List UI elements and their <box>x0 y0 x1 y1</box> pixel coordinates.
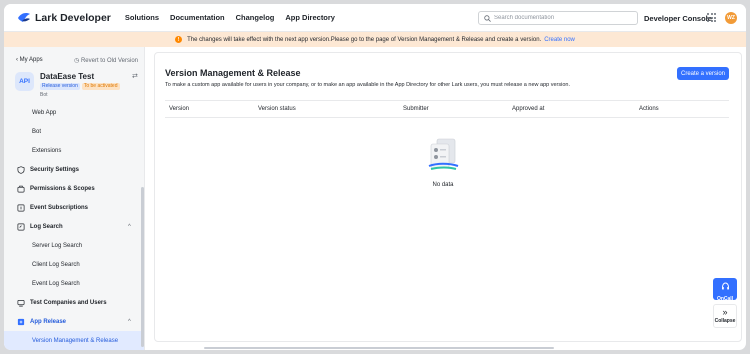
sidebar-item-event-subscriptions[interactable]: Event Subscriptions <box>4 198 144 217</box>
app-name: DataEase Test <box>40 72 95 81</box>
event-icon <box>16 203 25 212</box>
nav-link-documentation[interactable]: Documentation <box>170 13 225 22</box>
sidebar-item-label: Server Log Search <box>32 242 83 249</box>
release-icon <box>16 317 25 326</box>
switch-app-icon[interactable]: ⇄ <box>132 72 138 80</box>
sidebar-item-server-log-search[interactable]: Server Log Search <box>4 236 144 255</box>
avatar[interactable]: WZ <box>725 12 737 24</box>
app-icon: API <box>15 72 34 91</box>
main-panel: Version Management & Release To make a c… <box>154 52 742 342</box>
lark-logo-icon <box>18 13 30 22</box>
sidebar-item-label: Event Log Search <box>32 280 80 287</box>
logo[interactable]: Lark Developer <box>17 12 111 24</box>
sidebar-header: ‹ My Apps ◷ Revert to Old Version <box>16 57 138 64</box>
sidebar-item-client-log-search[interactable]: Client Log Search <box>4 255 144 274</box>
sidebar-item-label: Client Log Search <box>32 261 80 268</box>
banner-text: The changes will take effect with the ne… <box>187 36 542 43</box>
oncall-label: OnCall <box>716 296 734 302</box>
column-submitter: Submitter <box>403 106 429 112</box>
nav-link-changelog[interactable]: Changelog <box>236 13 275 22</box>
create-version-button[interactable]: Create a version <box>677 67 729 80</box>
sidebar-item-label: Log Search <box>30 223 63 230</box>
sidebar-item-web-app[interactable]: Web App <box>4 103 144 122</box>
shield-icon <box>16 165 25 174</box>
sidebar-item-app-release[interactable]: App Release ^ <box>4 312 144 331</box>
column-actions: Actions <box>639 106 659 112</box>
search-input[interactable] <box>494 15 634 21</box>
oncall-button[interactable]: OnCall <box>713 278 737 302</box>
sidebar-item-permissions[interactable]: Permissions & Scopes <box>4 179 144 198</box>
nav-link-app-directory[interactable]: App Directory <box>285 13 335 22</box>
release-version-badge: Release version <box>40 83 80 90</box>
back-to-my-apps[interactable]: ‹ My Apps <box>16 57 43 64</box>
column-version-status: Version status <box>258 106 296 112</box>
create-now-link[interactable]: Create now <box>544 37 575 43</box>
nav-link-solutions[interactable]: Solutions <box>125 13 159 22</box>
sidebar-item-label: Web App <box>32 109 57 116</box>
search-icon <box>484 14 491 22</box>
app-window: Lark Developer Solutions Documentation C… <box>4 4 746 350</box>
status-badge: To be activated <box>81 83 120 90</box>
sidebar-item-label: Extensions <box>32 147 62 154</box>
revert-old-version[interactable]: ◷ Revert to Old Version <box>74 57 138 64</box>
page-description: To make a custom app available for users… <box>165 82 570 88</box>
sidebar-item-test-companies[interactable]: Test Companies and Users <box>4 293 144 312</box>
sidebar-item-label: Version Management & Release <box>32 337 119 344</box>
logo-text: Lark Developer <box>35 11 111 24</box>
sidebar-item-log-search[interactable]: Log Search ^ <box>4 217 144 236</box>
revert-label: Revert to Old Version <box>80 58 138 64</box>
column-approved-at: Approved at <box>512 106 545 112</box>
back-label: My Apps <box>19 57 43 63</box>
sidebar-item-bot[interactable]: Bot <box>4 122 144 141</box>
sidebar-item-extensions[interactable]: Extensions <box>4 141 144 160</box>
collapse-button[interactable]: » Collapse <box>713 304 737 328</box>
log-icon <box>16 222 25 231</box>
empty-text: No data <box>432 182 454 188</box>
sidebar-item-label: Permissions & Scopes <box>30 185 95 192</box>
top-navigation: Lark Developer Solutions Documentation C… <box>4 4 746 32</box>
nav-links: Solutions Documentation Changelog App Di… <box>125 13 346 22</box>
sidebar-item-event-log-search[interactable]: Event Log Search <box>4 274 144 293</box>
sidebar-item-version-management[interactable]: Version Management & Release <box>4 331 144 350</box>
page-title: Version Management & Release <box>165 68 301 78</box>
sidebar: ‹ My Apps ◷ Revert to Old Version API Da… <box>4 47 145 350</box>
app-type: Bot <box>40 92 48 98</box>
users-icon <box>16 298 25 307</box>
horizontal-scrollbar[interactable] <box>204 347 554 349</box>
sidebar-item-security-settings[interactable]: Security Settings <box>4 160 144 179</box>
column-version: Version <box>169 106 190 112</box>
app-badges: Release version To be activated <box>40 83 120 90</box>
app-card: API DataEase Test ⇄ Release version To b… <box>12 70 140 100</box>
chevron-up-icon[interactable]: ^ <box>128 319 131 325</box>
briefcase-icon <box>16 184 25 193</box>
collapse-label: Collapse <box>714 318 736 324</box>
sidebar-menu: Web App Bot Extensions Security Settings… <box>4 103 144 350</box>
headset-icon <box>721 282 729 290</box>
sidebar-scrollbar[interactable] <box>141 187 144 347</box>
double-chevron-right-icon: » <box>722 307 728 317</box>
table-header: Version Version status Submitter Approve… <box>165 100 729 118</box>
sidebar-item-label: Bot <box>32 128 42 135</box>
empty-data-illustration-icon <box>428 138 459 170</box>
apps-grid-icon[interactable] <box>707 13 716 22</box>
notice-banner: ! The changes will take effect with the … <box>4 32 746 47</box>
sidebar-item-label: App Release <box>30 318 67 325</box>
warning-icon: ! <box>175 36 183 43</box>
sidebar-item-label: Event Subscriptions <box>30 204 89 211</box>
sidebar-item-label: Security Settings <box>30 166 80 173</box>
search-box[interactable] <box>478 11 638 25</box>
developer-console-link[interactable]: Developer Console <box>644 14 712 23</box>
sidebar-item-label: Test Companies and Users <box>30 299 107 306</box>
clock-icon: ◷ <box>74 58 81 64</box>
empty-state: No data <box>413 136 473 188</box>
chevron-up-icon[interactable]: ^ <box>128 224 131 230</box>
